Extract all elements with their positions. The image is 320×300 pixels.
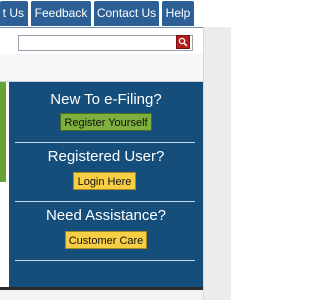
nav-tab-help[interactable]: Help	[162, 1, 194, 26]
search-bar	[0, 27, 203, 54]
efiling-side-panel: New To e-Filing? Register Yourself Regis…	[9, 82, 203, 287]
top-navigation: t Us Feedback Contact Us Help	[0, 0, 231, 27]
section-divider	[15, 142, 195, 143]
nav-tab-feedback-label: Feedback	[34, 6, 88, 20]
nav-tab-feedback[interactable]: Feedback	[31, 1, 91, 26]
magnifier-icon	[178, 37, 188, 47]
left-gutter	[0, 182, 9, 287]
new-to-efiling-heading: New To e-Filing?	[50, 91, 162, 108]
section-divider	[15, 201, 195, 202]
search-input[interactable]	[18, 35, 193, 51]
nav-tab-contact-us[interactable]: Contact Us	[94, 1, 159, 26]
customer-care-button[interactable]: Customer Care	[65, 231, 147, 249]
search-button[interactable]	[176, 35, 190, 49]
right-divider	[203, 27, 204, 300]
login-here-button[interactable]: Login Here	[73, 172, 136, 190]
nav-tab-contact-us-label: Contact Us	[96, 6, 157, 20]
need-assistance-heading: Need Assistance?	[45, 207, 167, 224]
nav-tab-about-us[interactable]: t Us	[0, 1, 28, 26]
left-green-edge	[0, 82, 6, 182]
registered-user-heading: Registered User?	[47, 148, 165, 165]
footer-area	[0, 290, 203, 300]
right-gutter	[203, 27, 231, 300]
nav-tab-help-label: Help	[165, 6, 191, 20]
section-divider	[15, 260, 195, 261]
nav-tab-about-us-label: t Us	[2, 6, 24, 20]
register-yourself-button[interactable]: Register Yourself	[60, 113, 152, 131]
header-band	[0, 54, 203, 82]
